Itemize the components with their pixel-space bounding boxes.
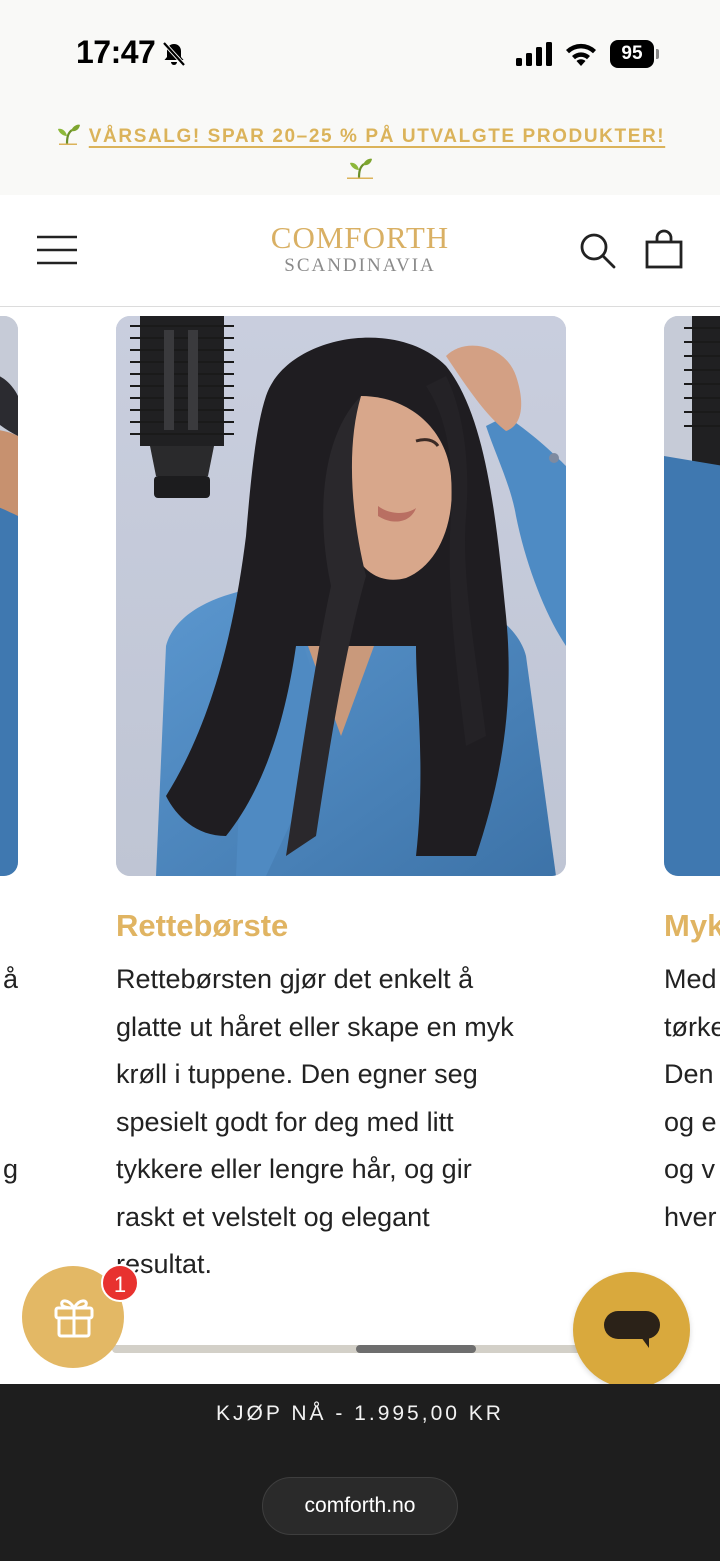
text-line: g <box>2 1154 18 1184</box>
status-bar: 17:47 95 <box>0 0 720 105</box>
text-line: glatte ut håret eller skape en myk <box>116 1011 514 1042</box>
bell-slash-icon <box>162 41 186 67</box>
text-line: krøll i tuppene. Den egner seg <box>116 1059 478 1089</box>
feature-image-previous <box>0 316 18 876</box>
text-line: å <box>2 964 18 994</box>
buy-now-button[interactable]: KJØP NÅ - 1.995,00 KR <box>0 1402 720 1426</box>
carousel-scrollbar-track[interactable] <box>112 1345 582 1353</box>
model-with-straightening-brush-photo <box>116 316 566 876</box>
sprout-icon <box>57 124 80 145</box>
feature-title: Rettebørste <box>116 908 289 943</box>
announcement-link[interactable]: VÅRSALG! SPAR 20–25 % PÅ UTVALGTE PRODUK… <box>0 123 720 148</box>
chat-button[interactable] <box>573 1272 690 1388</box>
feature-image-rettebørste <box>116 316 566 876</box>
menu-icon[interactable] <box>36 235 78 265</box>
feature-image-next <box>664 316 720 876</box>
search-icon[interactable] <box>578 231 616 269</box>
battery-tip <box>656 49 659 59</box>
product-feature-carousel[interactable]: å g Rettebørste Rettebørsten gjør det en… <box>0 308 720 1384</box>
sprout-icon-2 <box>347 158 373 179</box>
model-photo-previous <box>0 316 18 876</box>
cellular-signal-icon <box>516 42 552 66</box>
text-line: og e <box>664 1106 717 1137</box>
gift-icon <box>54 1299 94 1338</box>
status-time: 17:47 <box>76 34 156 70</box>
announcement-text[interactable]: VÅRSALG! SPAR 20–25 % PÅ UTVALGTE PRODUK… <box>89 126 665 147</box>
battery-level: 95 <box>610 40 654 68</box>
wifi-icon <box>566 43 596 66</box>
carousel-scrollbar-thumb[interactable] <box>356 1345 476 1353</box>
sticky-buy-bar: KJØP NÅ - 1.995,00 KR comforth.no <box>0 1384 720 1561</box>
announcement-line-2 <box>0 157 720 182</box>
text-line: tørke <box>664 1011 720 1042</box>
text-line: spesielt godt for deg med litt <box>116 1106 454 1137</box>
brand-logo[interactable]: COMFORTH SCANDINAVIA <box>230 221 490 277</box>
browser-url-pill[interactable]: comforth.no <box>262 1477 458 1535</box>
text-line: Den <box>664 1059 714 1089</box>
feature-description: Rettebørsten gjør det enkelt å glatte ut… <box>116 956 566 1289</box>
model-photo-next <box>664 316 720 876</box>
text-line <box>0 1004 18 1052</box>
feature-text-next: Med tørke Den og e og v hver <box>664 956 720 1241</box>
logo-bottom-text: SCANDINAVIA <box>284 255 436 276</box>
text-line <box>0 1051 18 1099</box>
gift-notification-badge: 1 <box>101 1264 139 1302</box>
chat-bubble-icon <box>604 1311 660 1348</box>
logo-top-text: COMFORTH <box>270 220 450 255</box>
text-line: tykkere eller lengre hår, og gir <box>116 1154 472 1184</box>
text-line: hver <box>664 1201 717 1232</box>
feature-text-previous: å g <box>0 956 18 1194</box>
feature-title-next: Myk <box>664 908 720 943</box>
site-header: COMFORTH SCANDINAVIA <box>0 195 720 307</box>
text-line: resultat. <box>116 1249 213 1279</box>
battery-indicator: 95 <box>610 40 659 68</box>
text-line <box>0 1099 18 1147</box>
announcement-bar[interactable]: VÅRSALG! SPAR 20–25 % PÅ UTVALGTE PRODUK… <box>0 105 720 195</box>
text-line: Med <box>664 964 717 994</box>
text-line: og v <box>664 1154 716 1184</box>
text-line: Rettebørsten gjør det enkelt å <box>116 964 474 994</box>
text-line: raskt et velstelt og elegant <box>116 1201 430 1232</box>
bag-icon[interactable] <box>644 229 684 269</box>
